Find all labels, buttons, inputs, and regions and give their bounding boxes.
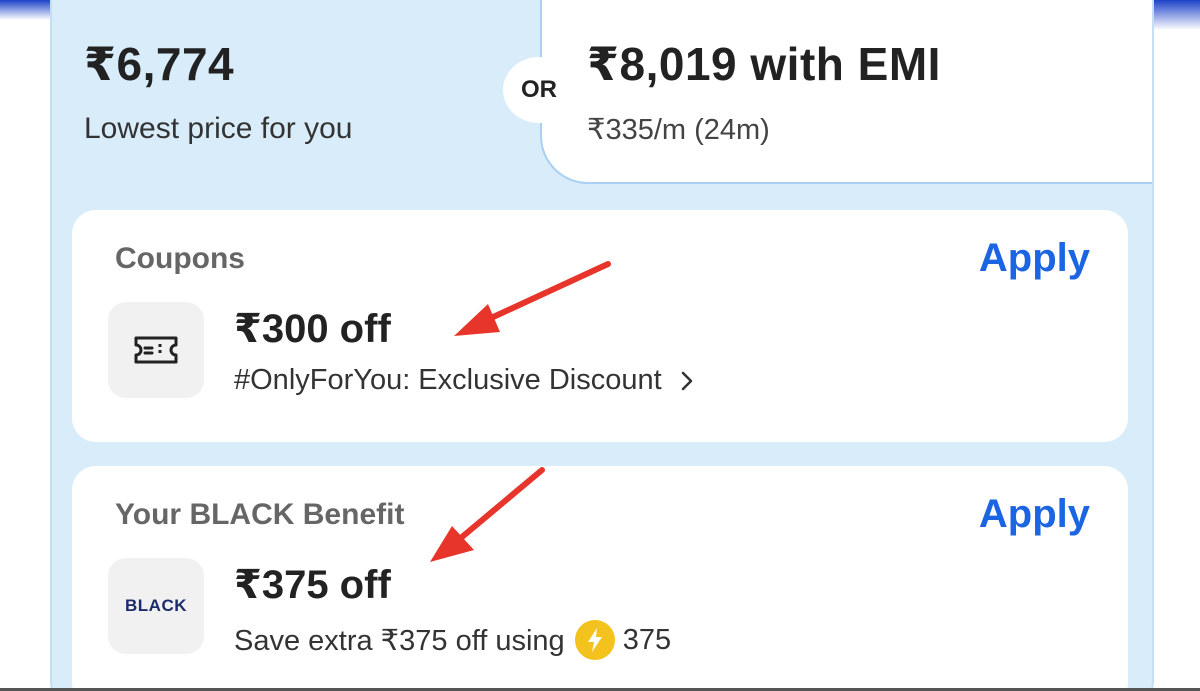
or-label: OR — [521, 76, 557, 103]
lowest-price-amount: ₹6,774 — [84, 38, 235, 90]
emi-option-card[interactable] — [540, 0, 1152, 184]
coupon-icon-tile — [108, 302, 204, 398]
chevron-right-icon — [681, 371, 692, 390]
header-edge-left — [0, 0, 50, 20]
black-benefit-card: Your BLACK Benefit Apply BLACK ₹375 off … — [72, 466, 1128, 691]
offers-screen: ₹6,774 Lowest price for you OR ₹8,019 wi… — [0, 0, 1200, 691]
coupon-description: #OnlyForYou: Exclusive Discount — [234, 364, 662, 396]
coupon-description-link[interactable]: #OnlyForYou: Exclusive Discount — [234, 364, 694, 397]
lightning-coin-icon — [574, 620, 615, 660]
apply-black-benefit-button[interactable]: Apply — [979, 492, 1090, 537]
coupons-card: Coupons Apply ₹300 off #OnlyForYou: Excl… — [72, 210, 1128, 442]
emi-price-amount[interactable]: ₹8,019 with EMI — [587, 37, 941, 91]
black-logo-tile: BLACK — [108, 558, 204, 654]
coupons-title: Coupons — [115, 242, 245, 275]
black-benefit-title: Your BLACK Benefit — [115, 498, 405, 531]
black-logo: BLACK — [125, 596, 187, 615]
apply-coupon-button[interactable]: Apply — [979, 236, 1090, 281]
black-discount-amount: ₹375 off — [234, 563, 391, 607]
emi-monthly-amount: ₹335/m (24m) — [587, 114, 770, 146]
or-separator-badge: OR — [503, 57, 575, 123]
lowest-price-label: Lowest price for you — [84, 112, 353, 145]
coins-value: 375 — [622, 623, 672, 656]
ticket-icon — [134, 336, 178, 364]
black-benefit-desc-text: Save extra ₹375 off using — [234, 624, 565, 657]
coupon-discount-amount: ₹300 off — [234, 307, 391, 351]
black-benefit-description: Save extra ₹375 off using 375 — [234, 620, 671, 660]
